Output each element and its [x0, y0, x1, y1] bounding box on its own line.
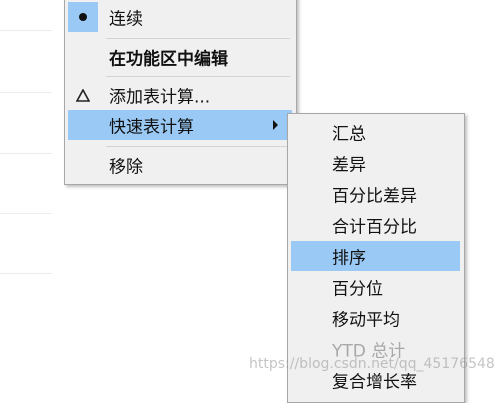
submenu-item-running-total[interactable]: 汇总: [291, 117, 460, 147]
menu-item-continuous[interactable]: 连续: [68, 2, 292, 32]
background-row-line: [0, 153, 52, 154]
menu-separator: [106, 76, 290, 77]
menu-item-add-table-calc[interactable]: 添加表计算...: [68, 80, 292, 110]
menu-item-label: 移除: [109, 157, 143, 178]
background-row-line: [0, 92, 52, 93]
submenu-item-rank[interactable]: 排序: [291, 241, 460, 271]
menu-item-edit-in-shelf[interactable]: 在功能区中编辑: [68, 42, 292, 72]
delta-icon: [68, 80, 98, 110]
submenu-arrow-icon: [273, 120, 278, 130]
bullet-icon: [68, 2, 98, 32]
submenu-item-percentile[interactable]: 百分位: [291, 272, 460, 302]
submenu-item-label: 合计百分比: [332, 217, 417, 238]
submenu-item-moving-average[interactable]: 移动平均: [291, 303, 460, 333]
menu-item-label: 在功能区中编辑: [109, 49, 228, 70]
watermark-text: https://blog.csdn.net/qq_45176548: [249, 356, 495, 372]
submenu-item-label: 百分比差异: [332, 186, 417, 207]
menu-item-quick-table-calc[interactable]: 快速表计算: [68, 110, 292, 140]
background-row-line: [0, 30, 52, 31]
submenu-item-label: 排序: [332, 248, 366, 269]
menu-item-label: 添加表计算...: [109, 87, 211, 108]
submenu-item-label: 百分位: [332, 279, 383, 300]
background-row-line: [0, 273, 52, 274]
background-row-line: [0, 213, 52, 214]
menu-item-label: 连续: [109, 9, 143, 30]
menu-item-label: 快速表计算: [109, 117, 194, 138]
menu-item-remove[interactable]: 移除: [68, 150, 292, 180]
submenu-item-label: 差异: [332, 155, 366, 176]
menu-separator: [106, 146, 290, 147]
context-menu: 连续 在功能区中编辑 添加表计算... 快速表计算 移除: [64, 0, 297, 185]
submenu-item-percent-of-total[interactable]: 合计百分比: [291, 210, 460, 240]
submenu-item-percent-difference[interactable]: 百分比差异: [291, 179, 460, 209]
submenu-item-label: 移动平均: [332, 310, 400, 331]
submenu-item-difference[interactable]: 差异: [291, 148, 460, 178]
menu-separator: [106, 38, 290, 39]
submenu-item-label: 汇总: [332, 124, 366, 145]
